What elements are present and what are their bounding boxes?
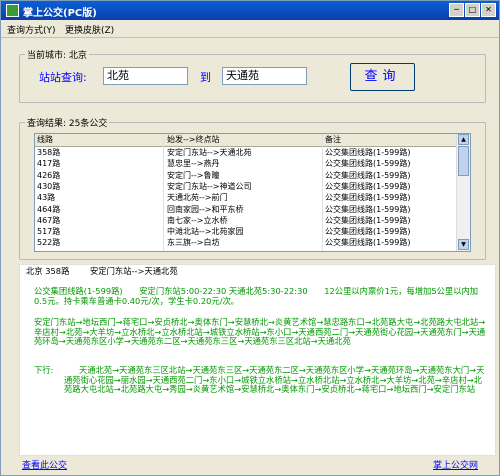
close-button[interactable]: ✕ bbox=[481, 3, 496, 17]
row-terminal: 回南家园-->和平东桥 bbox=[167, 204, 244, 214]
row-remark: 公交集团线路(1-599路) bbox=[325, 193, 411, 203]
row-route: 417路 bbox=[37, 159, 61, 169]
from-station-input[interactable]: 北苑 bbox=[103, 67, 188, 85]
col-route[interactable]: 线路 bbox=[37, 134, 53, 145]
row-route: 358路 bbox=[37, 148, 61, 157]
table-row[interactable]: 430路 安定门东站-->神道公司 公交集团线路(1-599路) bbox=[35, 181, 456, 192]
table-row[interactable]: 426路 安定门-->鲁疃 公交集团线路(1-599路) bbox=[35, 170, 456, 181]
row-terminal: 安定门-->鲁疃 bbox=[167, 170, 220, 180]
row-terminal: 东三旗-->白坊 bbox=[167, 238, 220, 248]
station-query-label: 站站查询: bbox=[39, 71, 87, 84]
detail-route-terminals: 安定门东站-->天通北苑 bbox=[90, 266, 178, 276]
row-route: 467路 bbox=[37, 215, 61, 225]
row-remark: 公交集团线路(1-599路) bbox=[325, 181, 411, 191]
row-remark: 公交集团线路(1-599路) bbox=[325, 227, 411, 237]
table-row[interactable]: 43路 天通北苑-->前门 公交集团线路(1-599路) bbox=[35, 192, 456, 203]
to-label: 到 bbox=[200, 71, 211, 84]
table-row[interactable]: 467路 南七家-->立水桥 公交集团线路(1-599路) bbox=[35, 215, 456, 226]
app-window: 掌上公交(PC版) ─ □ ✕ 查询方式(Y) 更换皮肤(Z) 当前城市: 北京… bbox=[0, 0, 500, 476]
table-header: 线路 始发-->终点站 备注 bbox=[35, 134, 456, 147]
route-down-stops: 天通北苑→天通苑东三区北站→天通苑东三区→天通苑东二区→天通苑东区小学→天通苑环… bbox=[64, 365, 485, 395]
website-link[interactable]: 掌上公交网 bbox=[433, 458, 478, 471]
table-row[interactable]: 517路 中滩北站-->北苑家园 公交集团线路(1-599路) bbox=[35, 226, 456, 237]
table-row[interactable]: 464路 回南家园-->和平东桥 公交集团线路(1-599路) bbox=[35, 204, 456, 215]
row-remark: 公交集团线路(1-599路) bbox=[325, 238, 411, 248]
route-down-label: 下行: bbox=[34, 365, 54, 375]
route-up-stops: 安定门东站→地坛西门→蒋宅口→安贞桥北→奥体东门→安慧桥北→炎黄艺术馆→慧忠路东… bbox=[34, 317, 486, 347]
window-title: 掌上公交(PC版) bbox=[23, 8, 97, 19]
table-row[interactable]: 417路 慧忠里-->燕丹 公交集团线路(1-599路) bbox=[35, 158, 456, 169]
row-remark: 公交集团线路(1-599路) bbox=[325, 148, 411, 157]
table-row[interactable]: 358路 安定门东站-->天通北苑 公交集团线路(1-599路) bbox=[35, 147, 456, 158]
results-scrollbar[interactable]: ▲ ▼ bbox=[456, 134, 470, 251]
route-detail-panel: 北京 358路 安定门东站-->天通北苑 公交集团线路(1-599路) 安定门东… bbox=[19, 264, 496, 456]
table-row[interactable]: 522路 东三旗-->白坊 公交集团线路(1-599路) bbox=[35, 237, 456, 248]
menu-query-mode[interactable]: 查询方式(Y) bbox=[7, 23, 56, 36]
row-route: 430路 bbox=[37, 181, 61, 191]
row-route: 522路 bbox=[37, 238, 61, 248]
row-route: 426路 bbox=[37, 170, 61, 180]
app-icon bbox=[6, 4, 19, 17]
maximize-button[interactable]: □ bbox=[465, 3, 480, 17]
row-terminal: 安定门东站-->神道公司 bbox=[167, 181, 252, 191]
row-remark: 公交集团线路(1-599路) bbox=[325, 159, 411, 169]
results-table: 线路 始发-->终点站 备注 358路 安定门东站-->天通北苑 公交集团线路(1-… bbox=[34, 133, 471, 252]
row-remark: 公交集团线路(1-599路) bbox=[325, 215, 411, 225]
route-info: 公交集团线路(1-599路) 安定门东站5:00-22:30 天通北苑5:30-… bbox=[34, 286, 479, 306]
menu-change-skin[interactable]: 更换皮肤(Z) bbox=[65, 23, 114, 36]
scroll-up-icon[interactable]: ▲ bbox=[458, 134, 469, 145]
row-terminal: 中滩北站-->北苑家园 bbox=[167, 227, 244, 237]
row-terminal: 慧忠里-->燕丹 bbox=[167, 159, 220, 169]
title-bar: 掌上公交(PC版) ─ □ ✕ bbox=[1, 1, 499, 20]
row-remark: 公交集团线路(1-599路) bbox=[325, 170, 411, 180]
scroll-down-icon[interactable]: ▼ bbox=[458, 239, 469, 250]
row-route: 464路 bbox=[37, 204, 61, 214]
query-button[interactable]: 查询 bbox=[350, 63, 415, 91]
row-route: 517路 bbox=[37, 227, 61, 237]
row-remark: 公交集团线路(1-599路) bbox=[325, 204, 411, 214]
current-city-label: 当前城市: 北京 bbox=[25, 48, 89, 61]
to-station-input[interactable]: 天通苑 bbox=[222, 67, 307, 85]
row-route: 43路 bbox=[37, 193, 56, 203]
col-terminal[interactable]: 始发-->终点站 bbox=[167, 134, 219, 145]
row-terminal: 天通北苑-->前门 bbox=[167, 193, 228, 203]
view-route-link[interactable]: 查看此公交 bbox=[22, 458, 67, 471]
detail-city-route: 北京 358路 bbox=[26, 266, 70, 276]
menu-bar: 查询方式(Y) 更换皮肤(Z) bbox=[1, 20, 499, 38]
scroll-thumb[interactable] bbox=[458, 146, 469, 176]
col-remark[interactable]: 备注 bbox=[325, 134, 341, 145]
results-count-label: 查询结果: 25条公交 bbox=[25, 116, 110, 129]
row-terminal: 南七家-->立水桥 bbox=[167, 215, 228, 225]
minimize-button[interactable]: ─ bbox=[449, 3, 464, 17]
row-terminal: 安定门东站-->天通北苑 bbox=[167, 148, 252, 157]
